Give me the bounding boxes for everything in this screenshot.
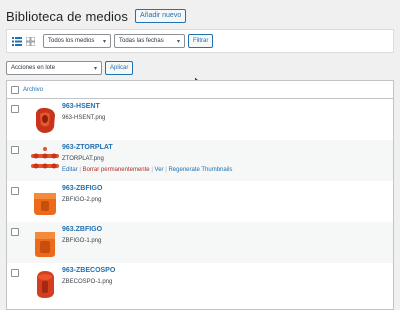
chevron-down-icon: ▾ bbox=[102, 39, 106, 45]
row-checkbox[interactable] bbox=[11, 146, 19, 154]
thumbnail-963-zbfigo-2[interactable] bbox=[28, 185, 62, 219]
media-filter-bar: Todos los medios ▾ Todas las fechas ▾ Fi… bbox=[6, 29, 394, 53]
list-view-icon[interactable] bbox=[12, 36, 22, 46]
column-file[interactable]: Archivo bbox=[23, 87, 43, 93]
apply-button[interactable]: Aplicar bbox=[105, 61, 134, 75]
table-row: 963.ZBFIGO ZBFIGO-1.png bbox=[7, 222, 393, 263]
select-all-checkbox[interactable] bbox=[11, 85, 19, 94]
file-name: ZBFIGO-2.png bbox=[62, 197, 102, 203]
page-header: Biblioteca de medios Añadir nuevo bbox=[6, 7, 187, 25]
delete-permanently-link[interactable]: Borrar permanentemente bbox=[83, 167, 150, 173]
chevron-down-icon: ▾ bbox=[93, 66, 97, 72]
grid-view-icon[interactable] bbox=[25, 36, 35, 46]
file-title[interactable]: 963-ZTORPLAT bbox=[62, 144, 113, 151]
add-new-button[interactable]: Añadir nuevo bbox=[134, 9, 187, 23]
bulk-action-select[interactable]: Acciones en lote ▾ bbox=[6, 61, 102, 75]
row-checkbox[interactable] bbox=[11, 187, 19, 195]
filter-button[interactable]: Filtrar bbox=[188, 34, 214, 48]
edit-link[interactable]: Editar bbox=[62, 167, 78, 173]
thumbnail-963-zbfigo-1[interactable] bbox=[28, 226, 62, 260]
table-row: 963-ZBFIGO ZBFIGO-2.png bbox=[7, 181, 393, 222]
chevron-down-icon: ▾ bbox=[176, 39, 180, 45]
table-header: Archivo bbox=[7, 81, 393, 99]
file-title[interactable]: 963.ZBFIGO bbox=[62, 226, 102, 233]
thumbnail-963-ztorplat[interactable] bbox=[28, 144, 62, 178]
row-checkbox[interactable] bbox=[11, 269, 19, 277]
file-name: ZBECOSPO-1.png bbox=[62, 279, 113, 285]
file-title[interactable]: 963-ZBECOSPO bbox=[62, 267, 115, 274]
row-checkbox[interactable] bbox=[11, 105, 19, 113]
file-title[interactable]: 963-HSENT bbox=[62, 103, 100, 110]
table-row: 963-ZBECOSPO ZBECOSPO-1.png bbox=[7, 263, 393, 304]
file-name: 963-HSENT.png bbox=[62, 115, 106, 121]
date-value: Todas las fechas bbox=[119, 38, 164, 44]
date-select[interactable]: Todas las fechas ▾ bbox=[114, 34, 185, 48]
row-actions: Editar | Borrar permanentemente | Ver | … bbox=[62, 167, 232, 173]
bulk-actions-bar: Acciones en lote ▾ Aplicar bbox=[6, 61, 134, 75]
media-type-value: Todos los medios bbox=[48, 38, 95, 44]
media-table: Archivo 963-HSENT 963-HSENT.png 963-ZTOR… bbox=[6, 80, 394, 310]
row-checkbox[interactable] bbox=[11, 228, 19, 236]
media-type-select[interactable]: Todos los medios ▾ bbox=[43, 34, 111, 48]
page-title: Biblioteca de medios bbox=[6, 8, 128, 24]
file-name: ZBFIGO-1.png bbox=[62, 238, 102, 244]
thumbnail-963-hsent[interactable] bbox=[28, 103, 62, 137]
file-name: ZTORPLAT.png bbox=[62, 156, 104, 162]
regenerate-thumbnails-link[interactable]: Regenerate Thumbnails bbox=[168, 167, 232, 173]
file-title[interactable]: 963-ZBFIGO bbox=[62, 185, 102, 192]
table-row: 963-ZTORPLAT ZTORPLAT.png Editar | Borra… bbox=[7, 140, 393, 181]
thumbnail-963-zbecospo[interactable] bbox=[28, 267, 62, 301]
bulk-action-value: Acciones en lote bbox=[11, 65, 56, 71]
view-link[interactable]: Ver bbox=[155, 167, 164, 173]
table-row: 963-HSENT 963-HSENT.png bbox=[7, 99, 393, 140]
